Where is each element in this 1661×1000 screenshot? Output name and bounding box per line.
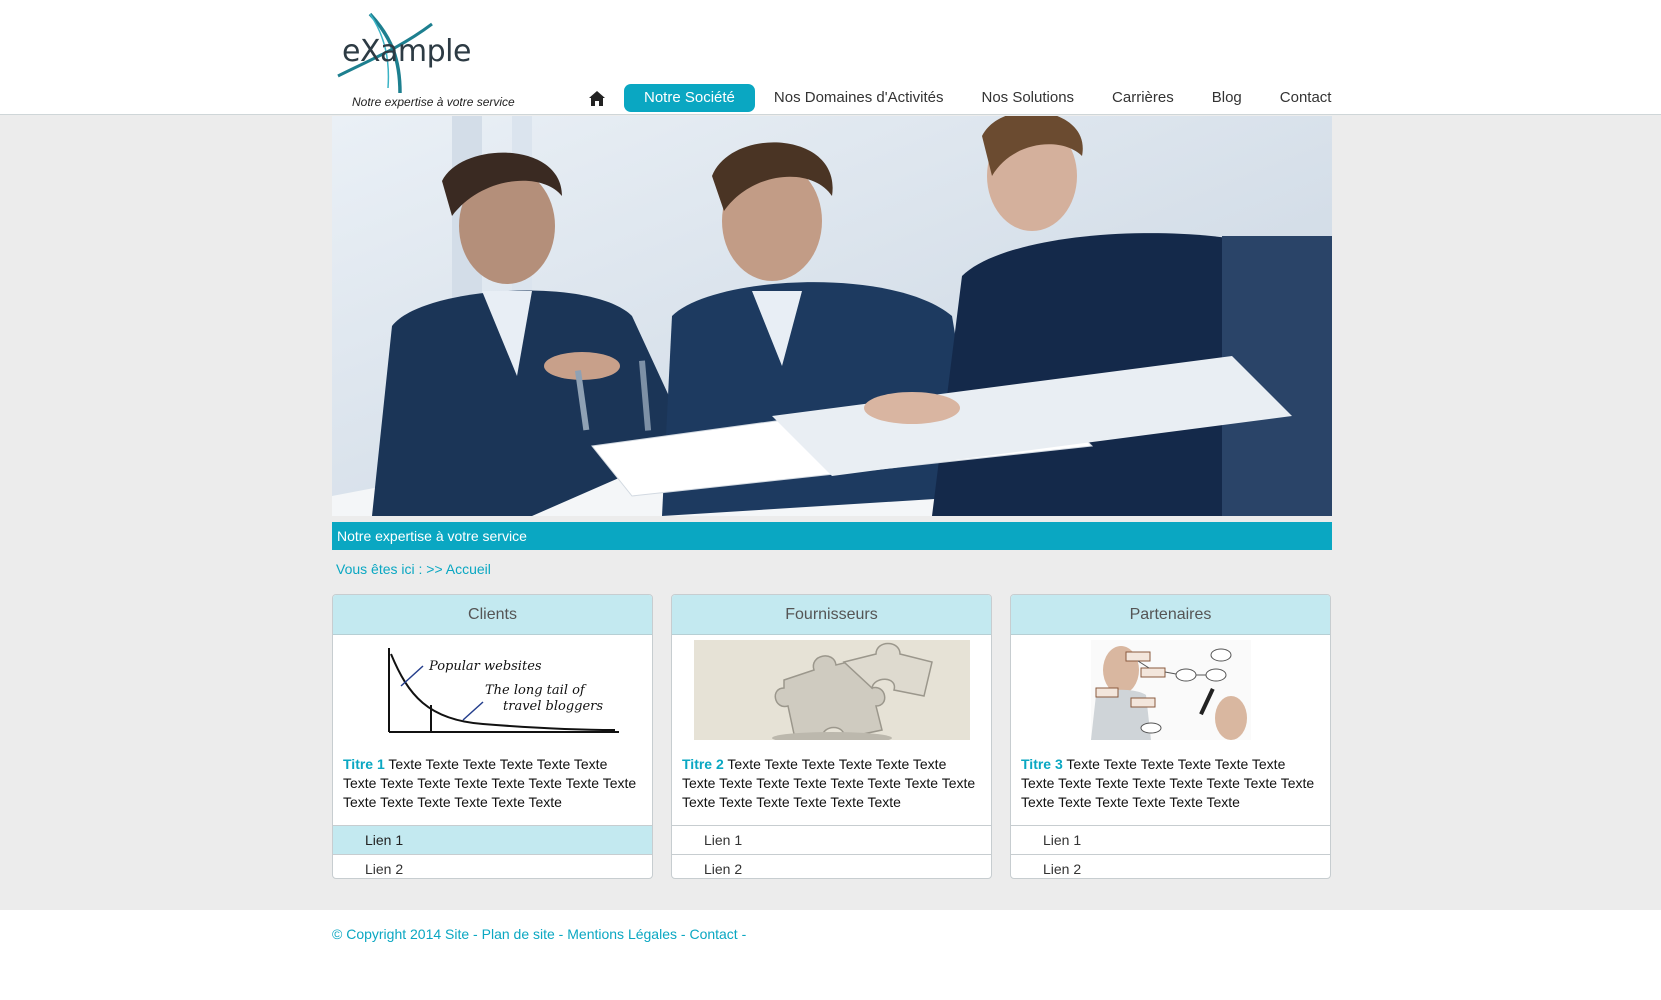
nav-item-blog[interactable]: Blog [1193,84,1261,112]
banner-caption: Notre expertise à votre service [332,522,1332,550]
long-tail-chart-image: Popular websites The long tail of travel… [333,635,652,745]
logo-wordmark: eXample [342,34,471,69]
nav-item-notre-societe[interactable]: Notre Société [624,84,755,112]
nav-item-solutions[interactable]: Nos Solutions [962,84,1093,112]
card-link-1[interactable]: Lien 1 [1011,825,1330,854]
card-link-1[interactable]: Lien 1 [333,825,652,854]
card-header: Partenaires [1011,595,1330,635]
footer-copyright-link[interactable]: © Copyright 2014 Site [332,926,469,942]
footer-links: © Copyright 2014 Site - Plan de site - M… [332,926,747,942]
card-body: Titre 3 Texte Texte Texte Texte Texte Te… [1011,745,1330,825]
chart-annotation-1: Popular websites [428,659,542,674]
card-text: Texte Texte Texte Texte Texte Texte Text… [343,756,637,810]
top-header: eXample Notre expertise à votre service … [0,0,1661,115]
breadcrumb-link-accueil[interactable]: Accueil [446,561,491,577]
card-fournisseurs: Fournisseurs Titre 2 Texte Texte Texte T… [671,594,992,879]
card-body: Titre 1 Texte Texte Texte Texte Texte Te… [333,745,652,825]
card-body: Titre 2 Texte Texte Texte Texte Texte Te… [672,745,991,825]
hero-banner-image [332,116,1332,516]
nav-item-contact[interactable]: Contact [1261,84,1351,112]
card-title: Titre 3 [1021,756,1063,772]
site-logo[interactable]: eXample Notre expertise à votre service [330,8,520,113]
nav-home-button[interactable] [580,84,614,112]
puzzle-image [672,635,991,745]
chart-annotation-2: The long tail of [485,683,587,698]
card-link-2[interactable]: Lien 2 [333,854,652,878]
logo-tagline: Notre expertise à votre service [352,95,515,109]
chart-annotation-3: travel bloggers [503,699,603,714]
nav-item-domaines[interactable]: Nos Domaines d'Activités [755,84,963,112]
card-text: Texte Texte Texte Texte Texte Texte Text… [682,756,976,810]
main-nav: Notre Société Nos Domaines d'Activités N… [580,84,1350,112]
card-header: Clients [333,595,652,635]
card-link-2[interactable]: Lien 2 [1011,854,1330,878]
footer-link-contact[interactable]: Contact [689,926,737,942]
card-link-2[interactable]: Lien 2 [672,854,991,878]
breadcrumb-prefix: Vous êtes ici : >> [336,561,446,577]
breadcrumb: Vous êtes ici : >> Accueil [336,561,491,577]
card-partenaires: Partenaires Titre 3 Texte Texte Texte Te… [1010,594,1331,879]
footer-link-plan-de-site[interactable]: Plan de site [482,926,555,942]
card-text: Texte Texte Texte Texte Texte Texte Text… [1021,756,1315,810]
card-title: Titre 2 [682,756,724,772]
nav-item-carrieres[interactable]: Carrières [1093,84,1193,112]
flowchart-image [1011,635,1330,745]
card-link-1[interactable]: Lien 1 [672,825,991,854]
footer-link-mentions-legales[interactable]: Mentions Légales [567,926,677,942]
card-clients: Clients Popular websites The long tail o… [332,594,653,879]
page-footer: © Copyright 2014 Site - Plan de site - M… [0,910,1661,1000]
card-header: Fournisseurs [672,595,991,635]
card-title: Titre 1 [343,756,385,772]
home-icon [589,90,605,106]
